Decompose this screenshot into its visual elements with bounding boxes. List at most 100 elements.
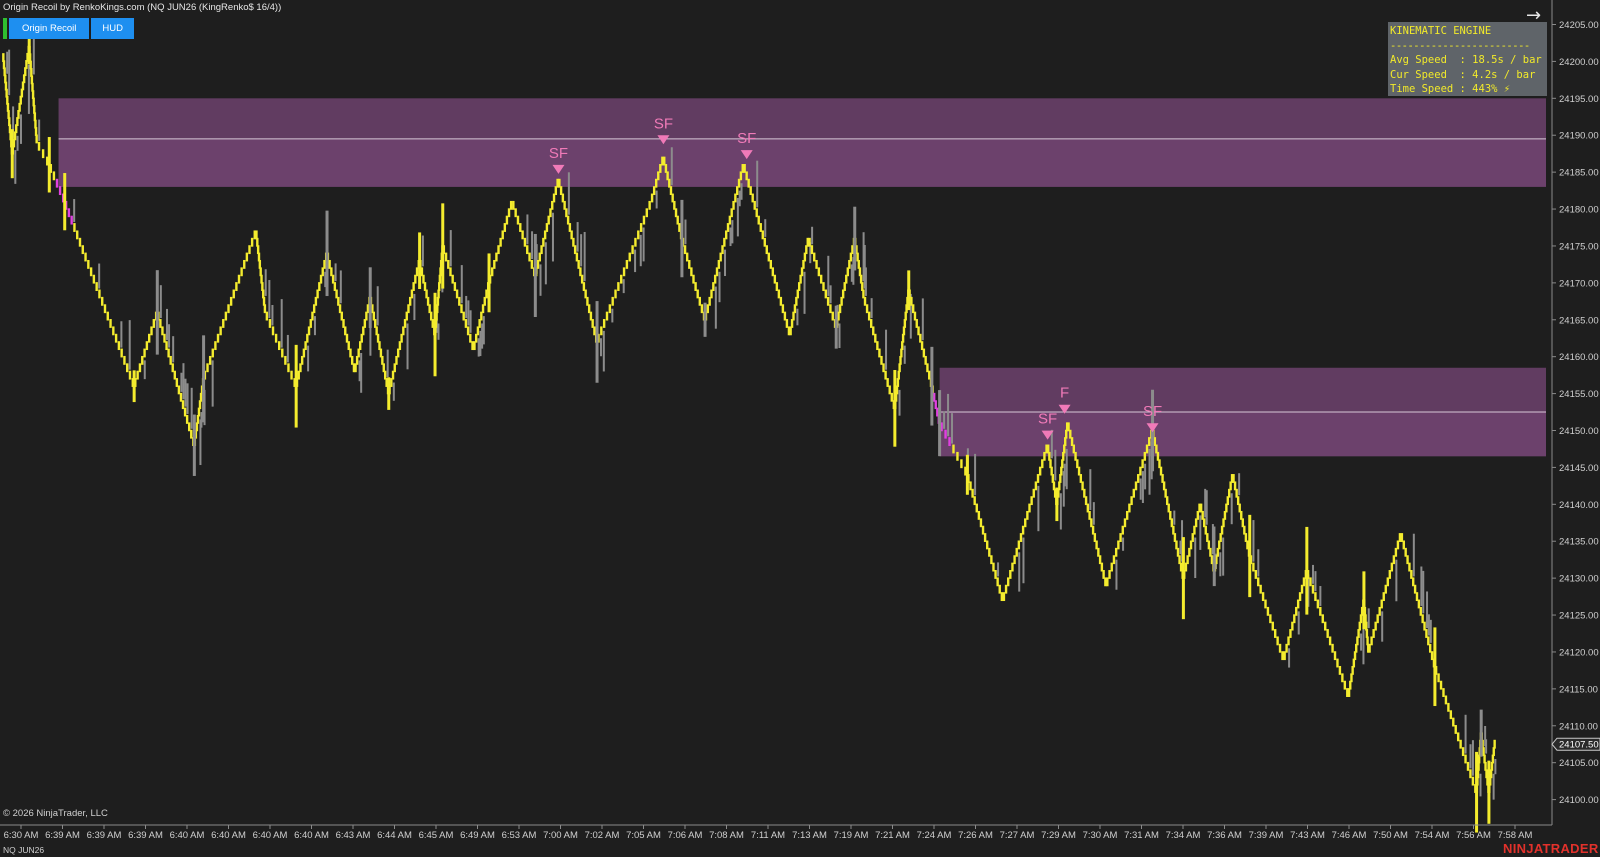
renko-brick	[509, 200, 513, 210]
renko-wick	[738, 190, 741, 207]
renko-brick	[175, 378, 179, 387]
renko-brick	[163, 333, 166, 343]
price-tick-label: 24170.00	[1559, 278, 1599, 289]
reversal-bar	[192, 414, 196, 476]
zone-upper-band	[939, 367, 1546, 413]
reversal-bar	[1181, 537, 1185, 620]
reversal-bar	[680, 199, 684, 278]
indicator-toolbar: Origin Recoil HUD	[3, 18, 134, 39]
renko-brick	[222, 319, 225, 328]
renko-brick	[1278, 643, 1282, 653]
price-tick-label: 24100.00	[1559, 795, 1599, 806]
renko-brick	[1324, 621, 1327, 631]
renko-brick	[819, 274, 823, 284]
renko-brick	[692, 274, 695, 284]
time-tick-label: 7:39 AM	[1249, 830, 1284, 841]
price-tick-label: 24105.00	[1559, 758, 1599, 769]
renko-brick	[35, 134, 38, 144]
copyright-text: © 2026 NinjaTrader, LLC	[3, 808, 108, 819]
renko-brick	[1028, 503, 1031, 513]
reversal-bar	[533, 233, 537, 317]
renko-brick	[245, 252, 249, 262]
renko-brick	[979, 518, 983, 528]
renko-brick	[78, 237, 82, 247]
renko-brick	[1021, 525, 1025, 535]
renko-brick	[1314, 592, 1317, 602]
time-tick-label: 7:46 AM	[1332, 830, 1367, 841]
renko-brick	[451, 274, 454, 284]
time-tick-label: 7:06 AM	[668, 830, 703, 841]
renko-brick	[1461, 747, 1465, 757]
renko-brick	[237, 274, 241, 284]
renko-brick	[1464, 754, 1467, 764]
renko-brick	[611, 296, 614, 306]
reversal-bar	[1055, 487, 1059, 522]
reversal-bar	[1479, 709, 1483, 757]
renko-brick	[187, 422, 191, 432]
renko-brick	[469, 333, 472, 343]
renko-brick	[519, 223, 522, 232]
renko-brick	[138, 363, 142, 373]
renko-brick	[227, 304, 230, 314]
renko-brick	[219, 326, 222, 336]
renko-wick	[921, 298, 924, 341]
renko-wick	[1464, 714, 1467, 754]
renko-wick	[392, 382, 395, 401]
time-tick-label: 6:40 AM	[294, 830, 329, 841]
time-tick-label: 6:40 AM	[170, 830, 205, 841]
renko-brick	[1123, 518, 1127, 528]
price-axis-labels: 24205.00 24200.00 24195.00 24190.00 24185.00…	[1552, 20, 1599, 806]
renko-brick	[1459, 739, 1462, 749]
renko-brick	[114, 333, 118, 343]
time-tick-label: 6:40 AM	[253, 830, 288, 841]
price-tick-label: 24195.00	[1559, 94, 1599, 105]
price-chart[interactable]: SFSFSFSFFSF 24205.0024200.0024195.002419…	[0, 0, 1600, 857]
renko-brick	[1311, 584, 1315, 594]
reversal-bar	[368, 267, 372, 328]
renko-brick	[890, 392, 893, 402]
price-tick-label: 24150.00	[1559, 426, 1599, 437]
reversal-bar	[418, 232, 422, 290]
renko-brick	[1110, 562, 1113, 572]
renko-wick	[811, 226, 814, 245]
renko-brick	[453, 282, 457, 291]
renko-brick	[990, 555, 993, 565]
renko-brick	[1309, 577, 1312, 587]
renko-brick	[1112, 555, 1116, 565]
origin-recoil-button[interactable]: Origin Recoil	[9, 18, 90, 39]
renko-brick	[1321, 614, 1324, 624]
renko-brick	[173, 370, 176, 380]
arrow-right-icon[interactable]: →	[1526, 5, 1541, 26]
renko-wick	[159, 285, 162, 319]
renko-brick	[996, 577, 999, 587]
renko-wick	[1252, 520, 1255, 562]
reversal-bar	[132, 370, 136, 403]
renko-wick	[756, 160, 759, 208]
renko-wick	[803, 271, 806, 314]
renko-brick	[159, 319, 162, 328]
renko-wick	[622, 279, 625, 294]
reversal-bar	[930, 346, 934, 426]
renko-wick	[6, 51, 9, 74]
time-tick-label: 7:26 AM	[958, 830, 993, 841]
renko-brick	[650, 193, 654, 203]
renko-wick	[1144, 463, 1147, 490]
renko-wick	[724, 249, 727, 277]
renko-wick	[264, 269, 267, 296]
renko-wick	[1141, 471, 1144, 503]
renko-wick	[1037, 485, 1040, 532]
renko-brick	[639, 223, 643, 232]
renko-brick	[1269, 614, 1272, 624]
renko-brick	[880, 355, 883, 365]
reversal-bar	[10, 129, 14, 179]
hud-button[interactable]: HUD	[91, 18, 134, 39]
hud-avg-speed: Avg Speed : 18.5s / bar	[1390, 54, 1542, 66]
renko-wick	[634, 249, 637, 273]
renko-wick	[413, 293, 416, 320]
renko-brick	[884, 370, 887, 380]
renko-brick	[1132, 488, 1135, 498]
reversal-bar	[1248, 514, 1252, 598]
time-tick-label: 7:30 AM	[1083, 830, 1118, 841]
time-tick-label: 7:24 AM	[917, 830, 952, 841]
renko-brick	[1038, 466, 1042, 476]
